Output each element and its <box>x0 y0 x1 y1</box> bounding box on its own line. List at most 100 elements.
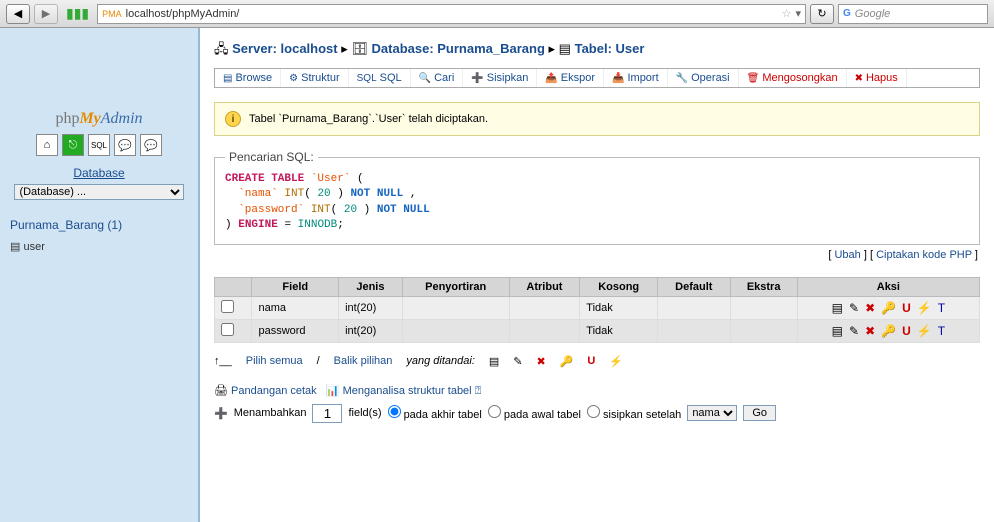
bulk-edit-icon[interactable]: ✎ <box>513 355 522 368</box>
label-yang-ditandai: yang ditandai: <box>406 355 475 367</box>
bulk-drop-icon[interactable]: ✖ <box>537 355 546 368</box>
bulk-primary-icon[interactable]: 🔑 <box>560 355 574 368</box>
ops-icon: 🔧 <box>676 73 688 84</box>
home-icon[interactable]: ⌂ <box>36 134 58 156</box>
bulk-browse-icon[interactable]: ▤ <box>489 355 499 368</box>
action-browse-icon[interactable]: ▤ <box>832 301 843 315</box>
breadcrumb-table[interactable]: User <box>616 41 645 56</box>
action-drop-icon[interactable]: ✖ <box>865 301 875 315</box>
link-analyze[interactable]: Menganalisa struktur tabel <box>343 385 472 397</box>
link-ubah[interactable]: Ubah <box>834 249 860 261</box>
bulk-actions: ↑__ Pilih semua / Balik pilihan yang dit… <box>214 351 980 378</box>
go-button[interactable]: Go <box>743 405 776 421</box>
action-fulltext-icon[interactable]: T <box>938 301 945 315</box>
database-heading[interactable]: Database <box>10 166 188 180</box>
th-jenis: Jenis <box>339 277 403 296</box>
link-print-view[interactable]: Pandangan cetak <box>231 385 317 397</box>
sql-links: [ Ubah ] [ Ciptakan kode PHP ] <box>216 249 978 261</box>
action-edit-icon[interactable]: ✎ <box>849 324 859 338</box>
reload-button[interactable]: ↻ <box>810 4 834 24</box>
stats-icon[interactable]: ▮▮▮ <box>66 5 89 22</box>
tab-mengosongkan[interactable]: 🗑Mengosongkan <box>739 69 847 87</box>
th-field: Field <box>252 277 339 296</box>
action-index-icon[interactable]: ⚡ <box>917 301 932 315</box>
cell-peny <box>402 296 509 319</box>
back-button[interactable]: ◀ <box>6 4 30 24</box>
empty-icon: 🗑 <box>747 73 760 84</box>
row-checkbox[interactable] <box>221 323 234 336</box>
link-balik-pilihan[interactable]: Balik pilihan <box>334 355 393 367</box>
dropdown-icon[interactable]: ▾ <box>795 7 801 20</box>
structure-table: Field Jenis Penyortiran Atribut Kosong D… <box>214 277 980 343</box>
tab-operasi[interactable]: 🔧Operasi <box>668 69 739 87</box>
link-pilih-semua[interactable]: Pilih semua <box>246 355 303 367</box>
browser-toolbar: ◀ ▶ ▮▮▮ PMA localhost/phpMyAdmin/ ☆ ▾ ↻ … <box>0 0 994 28</box>
phpmyadmin-logo: phpMyAdmin <box>10 38 188 128</box>
drop-icon: ✖ <box>855 73 863 84</box>
tab-sql[interactable]: SQLSQL <box>349 69 411 87</box>
after-field-select[interactable]: nama <box>687 405 737 421</box>
analyze-icon: 📊 <box>326 385 340 397</box>
action-browse-icon[interactable]: ▤ <box>832 324 843 338</box>
message-box: i Tabel `Purnama_Barang`.`User` telah di… <box>214 102 980 136</box>
action-unique-icon[interactable]: U <box>902 301 911 315</box>
database-icon: 🗄 <box>351 41 368 56</box>
th-penyortiran: Penyortiran <box>402 277 509 296</box>
row-checkbox[interactable] <box>221 300 234 313</box>
sidebar-db-link[interactable]: Purnama_Barang (1) <box>10 218 188 232</box>
help-icon[interactable]: 💬 <box>140 134 162 156</box>
tab-struktur[interactable]: ⚙Struktur <box>281 69 348 87</box>
action-index-icon[interactable]: ⚡ <box>917 324 932 338</box>
exit-icon[interactable]: ⎋ <box>62 134 84 156</box>
link-create-php[interactable]: Ciptakan kode PHP <box>876 249 972 261</box>
cell-peny <box>402 319 509 342</box>
action-drop-icon[interactable]: ✖ <box>865 324 875 338</box>
tab-sisipkan[interactable]: ➕Sisipkan <box>463 69 537 87</box>
th-checkbox <box>215 277 252 296</box>
tab-hapus[interactable]: ✖Hapus <box>847 69 907 87</box>
help-q-icon[interactable]: ⍰ <box>475 385 482 397</box>
tab-ekspor[interactable]: 📤Ekspor <box>537 69 604 87</box>
action-primary-icon[interactable]: 🔑 <box>881 301 896 315</box>
sql-legend: Pencarian SQL: <box>225 150 318 164</box>
radio-at-end[interactable]: pada akhir tabel <box>388 405 482 421</box>
search-placeholder: Google <box>855 8 890 20</box>
url-text: localhost/phpMyAdmin/ <box>126 8 778 20</box>
tab-cari[interactable]: 🔍Cari <box>411 69 464 87</box>
export-icon: 📤 <box>545 73 557 84</box>
cell-jenis: int(20) <box>339 296 403 319</box>
forward-button[interactable]: ▶ <box>34 4 58 24</box>
action-fulltext-icon[interactable]: T <box>938 324 945 338</box>
bulk-unique-icon[interactable]: U <box>587 355 595 367</box>
cell-field: nama <box>252 296 339 319</box>
tab-browse[interactable]: ▤Browse <box>215 69 281 87</box>
browse-icon: ▤ <box>223 73 232 84</box>
import-icon: 📥 <box>612 73 624 84</box>
radio-at-start[interactable]: pada awal tabel <box>488 405 581 421</box>
action-unique-icon[interactable]: U <box>902 324 911 338</box>
cell-def <box>658 319 730 342</box>
table-icon: ▤ <box>559 41 571 56</box>
sidebar: phpMyAdmin ⌂ ⎋ SQL 💬 💬 Database (Databas… <box>0 28 200 522</box>
bookmark-star-icon[interactable]: ☆ <box>782 7 792 20</box>
bulk-index-icon[interactable]: ⚡ <box>609 355 623 368</box>
breadcrumb-server[interactable]: localhost <box>281 41 338 56</box>
server-icon: 🖧 <box>214 41 229 56</box>
struct-icon: ⚙ <box>289 73 298 84</box>
cell-def <box>658 296 730 319</box>
sidebar-table-link[interactable]: ▤ user <box>10 240 188 253</box>
add-count-input[interactable] <box>312 404 342 423</box>
breadcrumb-db[interactable]: Purnama_Barang <box>437 41 545 56</box>
browser-search[interactable]: G Google <box>838 4 988 24</box>
tab-import[interactable]: 📥Import <box>604 69 668 87</box>
action-edit-icon[interactable]: ✎ <box>849 301 859 315</box>
sql-icon[interactable]: SQL <box>88 134 110 156</box>
action-primary-icon[interactable]: 🔑 <box>881 324 896 338</box>
cell-jenis: int(20) <box>339 319 403 342</box>
docs-icon[interactable]: 💬 <box>114 134 136 156</box>
info-icon: i <box>225 111 241 127</box>
database-select[interactable]: (Database) ... <box>14 184 183 200</box>
add-fields-row: ➕ Menambahkan field(s) pada akhir tabel … <box>214 404 980 423</box>
url-bar[interactable]: PMA localhost/phpMyAdmin/ ☆ ▾ <box>97 4 806 24</box>
radio-after[interactable]: sisipkan setelah <box>587 405 681 421</box>
